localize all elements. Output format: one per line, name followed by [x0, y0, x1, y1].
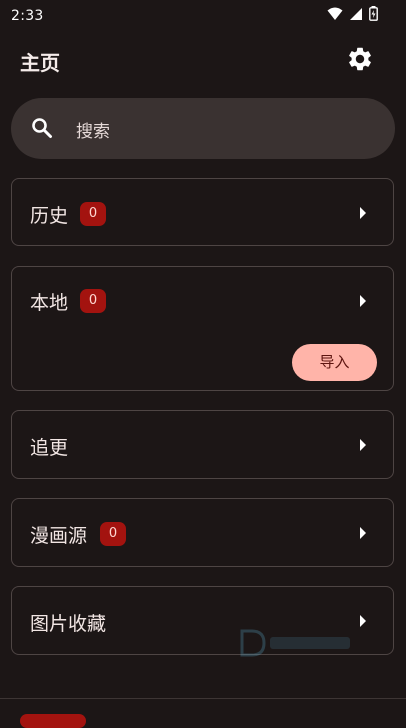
local-label: 本地: [30, 292, 69, 314]
status-icons: [327, 6, 378, 21]
page-title: 主页: [20, 51, 60, 75]
bottom-divider: [0, 698, 406, 699]
battery-icon: [369, 6, 378, 21]
chevron-right-icon: [360, 439, 366, 451]
chevron-right-icon: [360, 207, 366, 219]
local-card[interactable]: 本地 0 导入: [11, 266, 394, 391]
search-icon: [32, 118, 52, 138]
wifi-icon: [327, 7, 343, 20]
history-card[interactable]: 历史 0: [11, 178, 394, 246]
app-bar: 主页: [0, 40, 406, 80]
gear-icon[interactable]: [346, 45, 374, 73]
history-count-badge: 0: [80, 202, 106, 226]
favorites-label: 图片收藏: [30, 613, 107, 635]
sources-label: 漫画源: [30, 525, 88, 547]
local-count-badge: 0: [80, 289, 106, 313]
import-button[interactable]: 导入: [292, 344, 377, 381]
signal-icon: [350, 7, 362, 20]
bottom-badge-peek: [20, 714, 86, 728]
status-time: 2:33: [11, 8, 44, 24]
sources-count-badge: 0: [100, 522, 126, 546]
chevron-right-icon: [360, 295, 366, 307]
follow-label: 追更: [30, 437, 69, 459]
history-label: 历史: [30, 205, 69, 227]
chevron-right-icon: [360, 615, 366, 627]
follow-card[interactable]: 追更: [11, 410, 394, 479]
search-bar[interactable]: 搜索: [11, 98, 395, 159]
search-placeholder: 搜索: [76, 122, 110, 142]
status-bar: 2:33: [0, 0, 406, 34]
chevron-right-icon: [360, 527, 366, 539]
watermark-logo: [240, 629, 350, 657]
sources-card[interactable]: 漫画源 0: [11, 498, 394, 567]
